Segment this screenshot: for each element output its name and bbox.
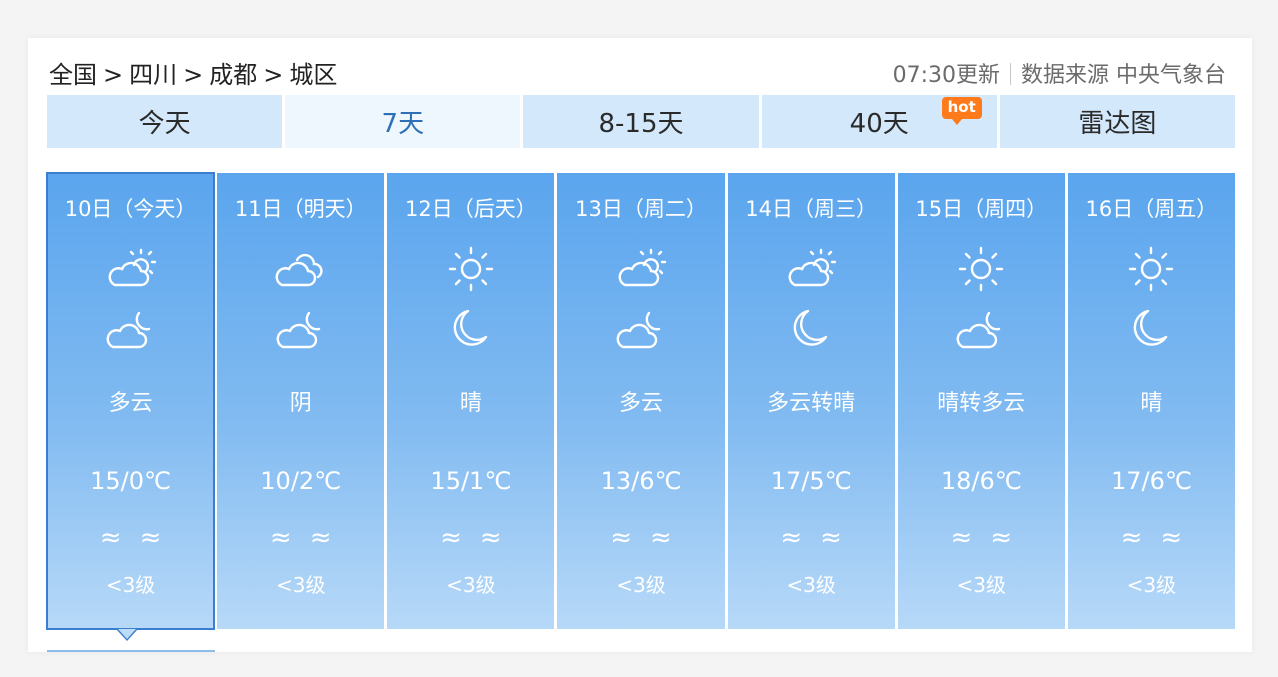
- wind-icon: ≈≈: [610, 523, 690, 553]
- meta-divider: [1010, 63, 1011, 85]
- day-column[interactable]: 13日（周二） 多云 13/6℃ ≈≈ <3级: [557, 173, 725, 629]
- weather-description: 多云: [108, 391, 153, 416]
- wind-icon: ≈≈: [780, 523, 860, 553]
- day-column[interactable]: 11日（明天） 阴 10/2℃ ≈≈ <3级: [217, 173, 385, 629]
- temperature-range: 15/1℃: [430, 467, 512, 495]
- wind-icon: ≈≈: [269, 523, 350, 553]
- tab-7-days[interactable]: 7天: [285, 95, 521, 148]
- moon-icon: [781, 303, 841, 355]
- tab-40-days[interactable]: 40天 hot: [761, 95, 997, 148]
- breadcrumb-item-district: 城区: [289, 61, 338, 89]
- day-date: 15日（周四）: [915, 197, 1048, 221]
- tab-label: 今天: [138, 109, 191, 139]
- breadcrumb-separator: >: [103, 61, 124, 89]
- hot-badge: hot: [941, 97, 982, 125]
- tab-label: 雷达图: [1078, 109, 1157, 139]
- moon-icon: [441, 303, 501, 355]
- moon-cloud-icon: [611, 303, 671, 355]
- sun-icon: [441, 243, 501, 295]
- day-column[interactable]: 10日（今天） 多云 15/0℃ ≈≈ <3级: [45, 172, 216, 630]
- moon-icon: [1121, 303, 1181, 355]
- wind-level: <3级: [786, 573, 836, 597]
- temperature-range: 17/6℃: [1110, 467, 1192, 495]
- wind-icon: ≈≈: [99, 523, 180, 553]
- day-date: 12日（后天）: [404, 197, 537, 221]
- moon-cloud-icon: [101, 303, 161, 355]
- breadcrumb: 全国 > 四川 > 成都 > 城区: [49, 55, 337, 90]
- breadcrumb-item-province[interactable]: 四川: [129, 55, 177, 90]
- temperature-range: 15/0℃: [90, 467, 171, 495]
- weather-description: 晴: [1140, 391, 1163, 416]
- wind-level: <3级: [1126, 573, 1177, 597]
- weather-description: 多云: [618, 391, 663, 416]
- forecast-tabs: 今天 7天 8-15天 40天 hot 雷达图: [47, 95, 1236, 148]
- sun-icon: [951, 243, 1011, 295]
- day-date: 11日（明天）: [234, 197, 367, 221]
- day-date: 16日（周五）: [1085, 197, 1218, 221]
- data-source: 数据来源 中央气象台: [1021, 63, 1226, 88]
- weather-description: 阴: [289, 391, 312, 416]
- sun-icon: [1121, 243, 1181, 295]
- weather-description: 晴转多云: [937, 391, 1026, 416]
- sun-cloud-icon: [611, 243, 671, 295]
- day-column[interactable]: 14日（周三） 多云转晴 17/5℃ ≈≈ <3级: [727, 173, 895, 629]
- wind-icon: ≈≈: [440, 523, 520, 553]
- temperature-range: 13/6℃: [600, 467, 682, 495]
- wind-level: <3级: [275, 573, 326, 597]
- overcast-icon: [271, 243, 331, 295]
- tab-radar[interactable]: 雷达图: [999, 95, 1236, 148]
- daily-forecast-list: 10日（今天） 多云 15/0℃ ≈≈ <3级 11日（明天）阴 10/2℃ ≈≈ <3级 12日…: [45, 172, 1235, 630]
- tab-label: 7天: [381, 109, 425, 139]
- breadcrumb-separator: >: [263, 61, 284, 89]
- tab-8-15-days[interactable]: 8-15天: [523, 95, 759, 148]
- breadcrumb-item-country[interactable]: 全国: [49, 55, 97, 90]
- tab-label: 8-15天: [598, 109, 684, 139]
- temperature-range: 10/2℃: [260, 467, 342, 495]
- sun-cloud-icon: [101, 243, 161, 295]
- day-date: 14日（周三）: [745, 197, 877, 221]
- day-column[interactable]: 16日（周五） 晴 17/6℃ ≈≈ <3级: [1067, 173, 1235, 629]
- weather-description: 晴: [459, 391, 482, 416]
- wind-level: <3级: [956, 573, 1007, 597]
- day-column[interactable]: 12日（后天） 晴 15/1℃ ≈≈ <3级: [387, 173, 555, 629]
- day-date: 13日（周二）: [575, 197, 707, 221]
- wind-level: <3级: [446, 573, 496, 597]
- breadcrumb-item-city[interactable]: 成都: [209, 55, 257, 90]
- wind-icon: ≈≈: [1120, 523, 1201, 553]
- update-time: 07:30更新: [892, 63, 1000, 88]
- moon-cloud-icon: [271, 303, 331, 355]
- selected-pointer-fill: [118, 629, 136, 639]
- wind-level: <3级: [105, 573, 156, 597]
- selected-underline: [47, 650, 215, 652]
- wind-icon: ≈≈: [950, 523, 1031, 553]
- moon-cloud-icon: [951, 303, 1011, 355]
- day-date: 10日（今天）: [64, 197, 197, 221]
- weather-description: 多云转晴: [767, 391, 856, 416]
- wind-level: <3级: [616, 573, 666, 597]
- day-column[interactable]: 15日（周四） 晴转多云 18/6℃ ≈≈ <3级: [897, 173, 1065, 629]
- sun-cloud-icon: [781, 243, 841, 295]
- update-meta: 07:30更新 数据来源 中央气象台: [893, 57, 1226, 89]
- temperature-range: 17/5℃: [770, 467, 852, 495]
- temperature-range: 18/6℃: [940, 467, 1022, 495]
- breadcrumb-separator: >: [183, 61, 204, 89]
- tab-today[interactable]: 今天: [47, 95, 283, 148]
- tab-label: 40天: [849, 109, 909, 139]
